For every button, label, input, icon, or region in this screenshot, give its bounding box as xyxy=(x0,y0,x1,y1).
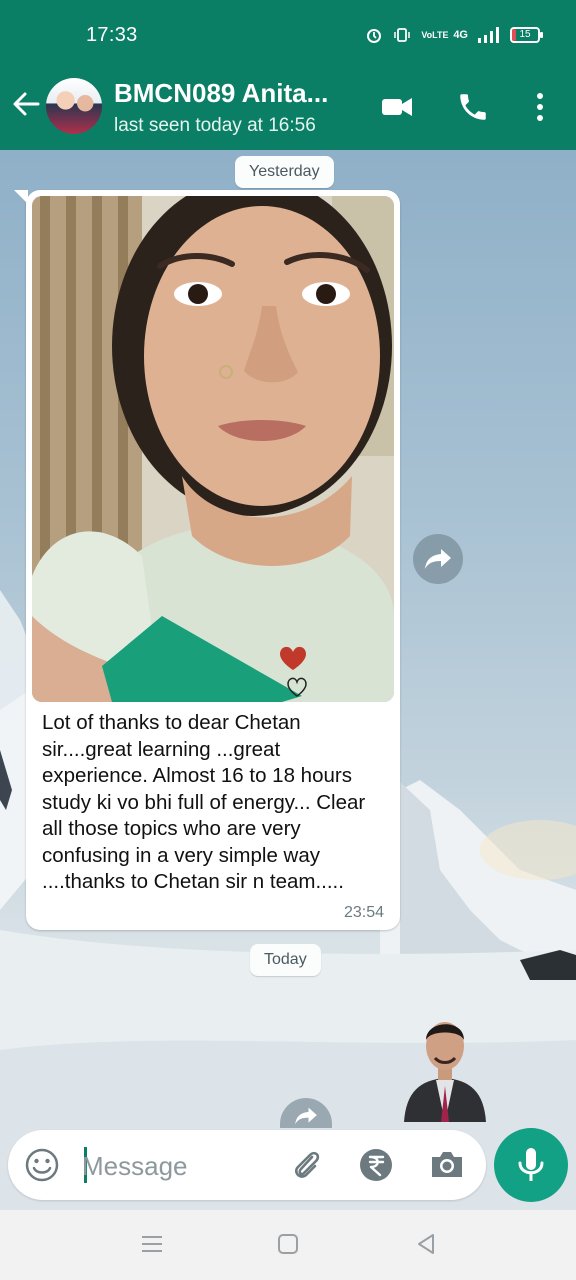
contact-name[interactable]: BMCN089 Anita... xyxy=(114,78,354,109)
incoming-message-bubble[interactable]: Lot of thanks to dear Chetan sir....grea… xyxy=(14,190,400,930)
status-icons: VoLTE 4G 15 xyxy=(365,26,543,44)
forward-icon xyxy=(295,1107,317,1125)
attach-icon[interactable] xyxy=(288,1147,324,1183)
battery-level: 15 xyxy=(519,29,531,40)
date-chip-yesterday: Yesterday xyxy=(235,156,334,188)
vibrate-icon xyxy=(394,28,411,42)
more-vert-icon[interactable] xyxy=(526,90,554,124)
nav-back-icon[interactable] xyxy=(414,1232,438,1256)
mic-button[interactable] xyxy=(494,1128,568,1202)
message-text: Lot of thanks to dear Chetan sir....grea… xyxy=(42,711,366,893)
last-seen-status: last seen today at 16:56 xyxy=(114,115,316,136)
back-arrow-icon[interactable] xyxy=(10,88,42,120)
clock: 17:33 xyxy=(86,24,138,46)
battery-icon: 15 xyxy=(510,27,543,43)
date-chip-today: Today xyxy=(250,944,321,976)
phone-icon[interactable] xyxy=(456,90,490,124)
forward-button[interactable] xyxy=(413,534,463,584)
volte-icon: VoLTE xyxy=(421,29,449,40)
system-nav-bar xyxy=(0,1210,576,1280)
message-composer xyxy=(8,1130,486,1200)
contact-avatar[interactable] xyxy=(46,78,102,134)
message-input[interactable] xyxy=(80,1142,284,1190)
emoji-icon[interactable] xyxy=(24,1147,60,1183)
video-call-icon[interactable] xyxy=(380,90,414,124)
rupee-payment-icon[interactable] xyxy=(358,1147,394,1183)
home-icon[interactable] xyxy=(276,1232,300,1256)
sender-sticker[interactable] xyxy=(400,1000,490,1122)
forward-icon xyxy=(425,549,451,569)
mic-icon xyxy=(518,1148,544,1181)
alarm-icon xyxy=(367,29,382,43)
message-timestamp: 23:54 xyxy=(343,904,384,921)
recents-menu-icon[interactable] xyxy=(140,1232,164,1256)
camera-icon[interactable] xyxy=(428,1147,466,1183)
chat-header: BMCN089 Anita... last seen today at 16:5… xyxy=(0,66,576,150)
message-photo[interactable] xyxy=(32,196,394,702)
network-type: 4G xyxy=(453,29,468,41)
status-bar: 17:33 VoLTE 4G 15 xyxy=(0,0,576,66)
signal-icon xyxy=(478,27,499,43)
